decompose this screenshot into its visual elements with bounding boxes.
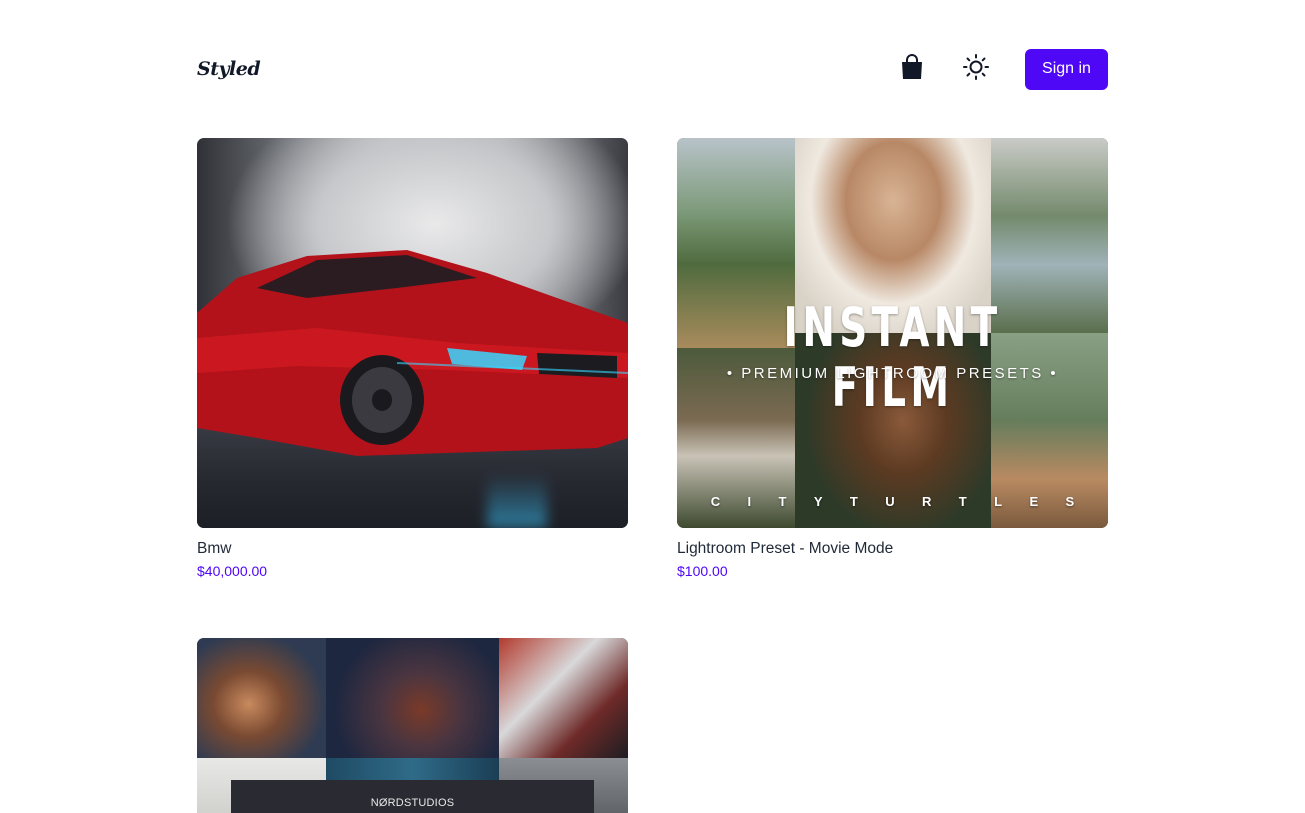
sun-icon (962, 53, 990, 86)
image-subtitle-text: • PREMIUM LIGHTROOM PRESETS • (726, 365, 1059, 382)
collage-tile (197, 638, 326, 758)
credit-letter: Y (813, 494, 823, 509)
credit-letter: T (958, 494, 967, 509)
product-image-bmw[interactable] (197, 138, 628, 528)
storefront-page: Styled Sign in Bmw $40,000.00 INSTANT FI… (0, 0, 1305, 813)
product-image-lightroom-preset[interactable]: INSTANT FILM • PREMIUM LIGHTROOM PRESETS… (677, 138, 1108, 528)
credit-letter: E (1029, 494, 1039, 509)
collage-tile (499, 638, 628, 758)
product-card[interactable]: NØRDSTUDIOS (197, 638, 628, 813)
product-price: $40,000.00 (197, 563, 268, 579)
credit-letter: T (849, 494, 858, 509)
product-name[interactable]: Bmw (197, 540, 628, 558)
car-illustration (197, 250, 628, 456)
credit-letter: R (922, 494, 932, 509)
credit-letter: T (778, 494, 787, 509)
shopping-bag-icon (900, 53, 924, 85)
image-credit-text: C I T Y T U R T L E S (677, 494, 1108, 509)
cart-button[interactable] (897, 53, 927, 85)
credit-letter: L (994, 494, 1003, 509)
product-card[interactable]: Bmw $40,000.00 (197, 138, 628, 580)
credit-letter: U (885, 494, 895, 509)
product-name[interactable]: Lightroom Preset - Movie Mode (677, 540, 1108, 558)
header-actions: Sign in (897, 48, 1108, 90)
image-banner-text: NØRDSTUDIOS (231, 780, 594, 813)
credit-letter: S (1065, 494, 1075, 509)
brand-logo[interactable]: Styled (197, 58, 261, 80)
credit-letter: C (710, 494, 721, 509)
site-header: Styled Sign in (197, 48, 1108, 90)
collage-tile (326, 638, 499, 758)
sign-in-button[interactable]: Sign in (1025, 48, 1108, 90)
product-price: $100.00 (677, 563, 728, 579)
theme-toggle-button[interactable] (961, 53, 991, 86)
product-image-nordstudios[interactable]: NØRDSTUDIOS (197, 638, 628, 813)
credit-letter: I (747, 494, 752, 509)
image-title-text: INSTANT FILM (783, 296, 1002, 419)
product-card[interactable]: INSTANT FILM • PREMIUM LIGHTROOM PRESETS… (677, 138, 1108, 580)
